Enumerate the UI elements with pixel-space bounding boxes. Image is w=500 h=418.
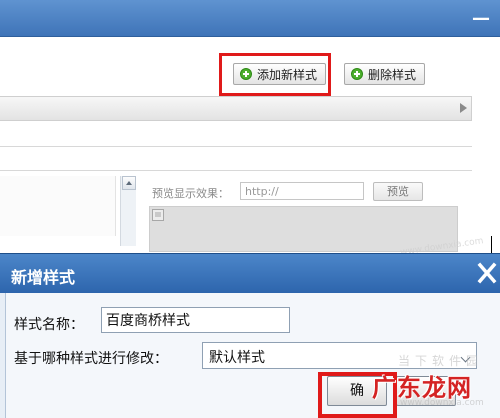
delete-style-button[interactable]: 删除样式 (344, 63, 426, 85)
expand-arrow-icon[interactable] (460, 103, 467, 113)
watermark-text: 广东龙网 (372, 373, 472, 402)
minimize-icon[interactable]: — (472, 10, 490, 28)
scroll-up-icon[interactable] (122, 176, 136, 190)
divider (0, 170, 472, 171)
plus-icon (351, 68, 363, 80)
broken-image-icon (152, 209, 164, 221)
style-list-panel (0, 176, 116, 236)
style-name-label: 样式名称： (14, 317, 84, 333)
add-style-highlight (219, 53, 331, 96)
scrollbar[interactable] (120, 176, 136, 246)
dialog-header: 新增样式 (0, 254, 500, 293)
preview-label: 预览显示效果： (152, 187, 229, 200)
delete-style-label: 删除样式 (368, 67, 417, 82)
list-header (0, 96, 472, 121)
preview-url-input[interactable] (240, 182, 364, 200)
divider (0, 146, 472, 147)
top-bar: — (0, 0, 500, 37)
dialog-title: 新增样式 (11, 268, 76, 287)
base-style-label: 基于哪种样式进行修改： (14, 351, 168, 367)
close-icon[interactable] (476, 260, 498, 286)
style-name-input[interactable] (101, 307, 290, 333)
watermark-ghost: 当下软件园 (398, 354, 484, 368)
preview-button[interactable]: 预览 (373, 182, 423, 201)
base-style-value: 默认样式 (209, 350, 265, 366)
